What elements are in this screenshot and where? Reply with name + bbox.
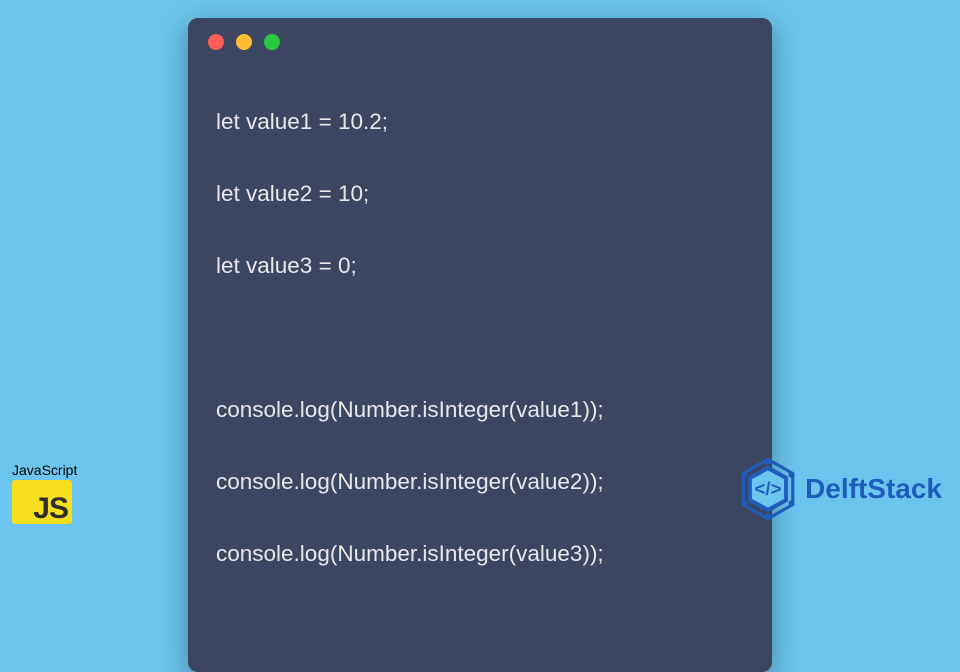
- javascript-label: JavaScript: [12, 462, 77, 478]
- javascript-logo-text: JS: [33, 492, 68, 526]
- javascript-logo-icon: JS: [12, 480, 72, 524]
- code-line: let value2 = 10;: [216, 176, 744, 212]
- delftstack-brand: </> DelftStack: [737, 458, 942, 520]
- delftstack-logo-icon: </>: [737, 458, 799, 520]
- code-block: let value1 = 10.2; let value2 = 10; let …: [188, 58, 772, 672]
- svg-text:</>: </>: [755, 478, 782, 499]
- minimize-icon: [236, 34, 252, 50]
- code-line: console.log(Number.isInteger(value2));: [216, 464, 744, 500]
- code-line: let value1 = 10.2;: [216, 104, 744, 140]
- code-line: console.log(Number.isInteger(value3));: [216, 536, 744, 572]
- maximize-icon: [264, 34, 280, 50]
- code-line: console.log(Number.isInteger(value1));: [216, 392, 744, 428]
- brand-name: DelftStack: [805, 473, 942, 505]
- code-line: let value3 = 0;: [216, 248, 744, 284]
- code-window: let value1 = 10.2; let value2 = 10; let …: [188, 18, 772, 672]
- close-icon: [208, 34, 224, 50]
- code-blank-line: [216, 320, 744, 356]
- javascript-badge: JavaScript JS: [12, 462, 77, 524]
- window-titlebar: [188, 18, 772, 58]
